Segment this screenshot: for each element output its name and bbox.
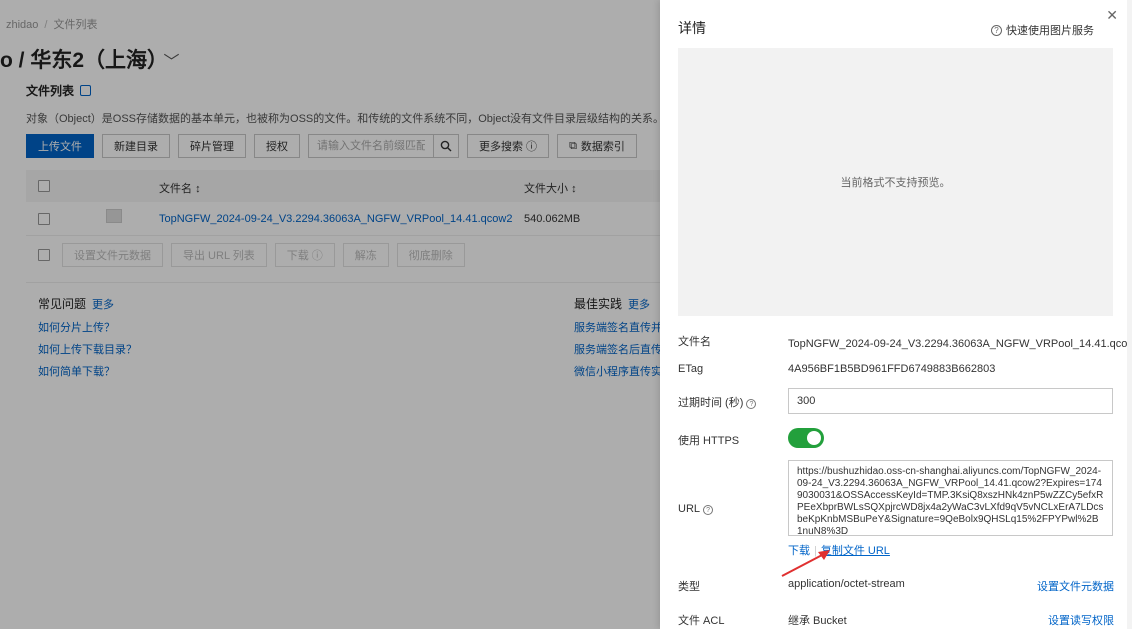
use-https-toggle[interactable] — [788, 428, 824, 448]
quick-image-service-label: 快速使用图片服务 — [1006, 25, 1094, 37]
set-acl-link[interactable]: 设置读写权限 — [1048, 612, 1114, 628]
help-icon[interactable]: ? — [746, 399, 757, 409]
url-label-text: URL — [678, 503, 701, 515]
etag-label: ETag — [678, 363, 704, 375]
toggle-knob — [807, 431, 821, 445]
filename-label: 文件名 — [678, 336, 711, 348]
acl-label: 文件 ACL — [678, 615, 725, 627]
annotation-arrow-icon — [781, 550, 830, 577]
https-label: 使用 HTTPS — [678, 435, 740, 447]
signed-url-textarea[interactable]: https://bushuzhidao.oss-cn-shanghai.aliy… — [788, 460, 1113, 536]
url-label: URL? — [678, 503, 714, 515]
drawer-title: 详情 — [678, 20, 706, 36]
type-value: application/octet-stream — [788, 578, 905, 590]
expires-label: 过期时间 (秒)? — [678, 394, 757, 410]
quick-image-service-link[interactable]: ? 快速使用图片服务 — [991, 22, 1094, 38]
expires-seconds-input[interactable] — [788, 388, 1113, 414]
question-icon: ? — [991, 24, 1002, 36]
drawer-scrollbar[interactable] — [1127, 0, 1132, 629]
file-preview: 当前格式不支持预览。 — [678, 48, 1113, 316]
etag-value: 4A956BF1B5BD961FFD6749883B662803 — [788, 363, 996, 375]
drawer-overlay-mask[interactable] — [0, 0, 660, 629]
set-file-metadata-link[interactable]: 设置文件元数据 — [1037, 578, 1114, 594]
filename-value: TopNGFW_2024-09-24_V3.2294.36063A_NGFW_V… — [788, 335, 1132, 351]
type-label: 类型 — [678, 581, 700, 593]
expires-label-text: 过期时间 (秒) — [678, 397, 744, 409]
preview-unsupported-text: 当前格式不支持预览。 — [840, 177, 951, 189]
close-icon[interactable]: ✕ — [1106, 8, 1118, 22]
acl-value: 继承 Bucket — [788, 615, 847, 627]
file-detail-drawer: 详情 ? 快速使用图片服务 ✕ 当前格式不支持预览。 文件名 TopNGFW_2… — [660, 0, 1132, 629]
help-icon[interactable]: ? — [703, 505, 714, 515]
filename-text: TopNGFW_2024-09-24_V3.2294.36063A_NGFW_V… — [788, 338, 1132, 350]
